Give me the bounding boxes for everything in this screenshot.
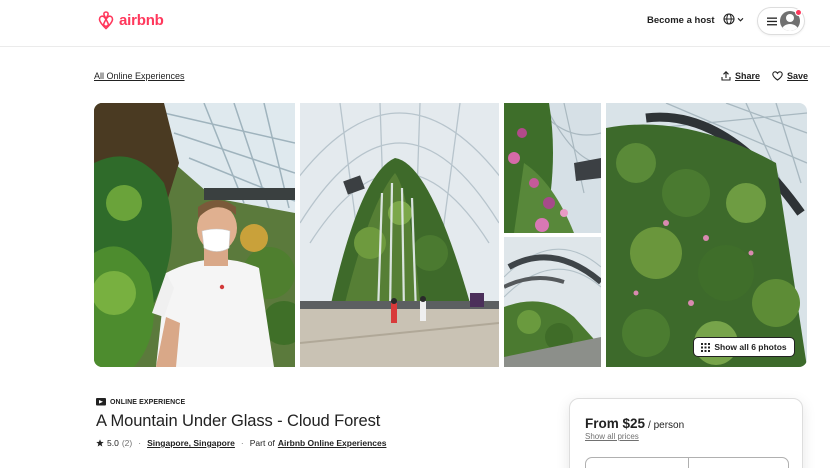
photo-gallery: [94, 103, 807, 367]
rating-value: 5.0: [107, 438, 119, 448]
save-button[interactable]: Save: [772, 71, 808, 81]
airbnb-logo-icon: [98, 11, 114, 30]
show-all-photos-label: Show all 6 photos: [714, 342, 787, 352]
heart-icon: [772, 71, 783, 81]
online-experience-icon: [96, 398, 106, 406]
price-value: From $25: [585, 416, 646, 431]
photo-skywalk[interactable]: [504, 237, 601, 367]
part-of-prefix: Part of: [249, 438, 275, 448]
listing-title: A Mountain Under Glass - Cloud Forest: [96, 412, 381, 430]
chevron-down-icon: [737, 17, 744, 22]
date-guest-selector[interactable]: [585, 457, 789, 468]
photo-waterfall-mountain[interactable]: [300, 103, 499, 367]
booking-card: From $25 / person Show all prices: [569, 398, 803, 468]
airbnb-logo[interactable]: airbnb: [96, 10, 164, 31]
price-line: From $25 / person: [585, 416, 684, 431]
share-button[interactable]: Share: [721, 71, 760, 81]
airbnb-online-experiences-link[interactable]: Airbnb Online Experiences: [278, 438, 387, 448]
logo-text: airbnb: [119, 12, 164, 29]
grid-dots-icon: [701, 342, 711, 352]
experience-badge-label: ONLINE EXPERIENCE: [110, 399, 186, 406]
price-unit: / person: [648, 420, 685, 431]
listing-meta: 5.0 (2) · Singapore, Singapore · Part of…: [96, 438, 386, 448]
separator-dot: ·: [138, 438, 142, 448]
selector-divider: [688, 458, 689, 468]
top-nav: airbnb Become a host: [0, 0, 830, 47]
language-selector[interactable]: [723, 13, 744, 25]
review-count[interactable]: (2): [122, 438, 132, 448]
location-link[interactable]: Singapore, Singapore: [147, 438, 235, 448]
experience-badge: ONLINE EXPERIENCE: [96, 398, 185, 407]
photo-flowers[interactable]: [504, 103, 601, 233]
separator-dot: ·: [240, 438, 244, 448]
hamburger-menu-icon: [767, 17, 777, 25]
photo-guide[interactable]: [94, 103, 295, 367]
globe-icon: [723, 13, 735, 25]
breadcrumb-all-online-experiences[interactable]: All Online Experiences: [94, 71, 185, 81]
notification-dot: [795, 9, 802, 16]
show-all-prices-link[interactable]: Show all prices: [585, 432, 639, 441]
become-a-host-link[interactable]: Become a host: [647, 15, 715, 26]
photo-garden-wall[interactable]: [606, 103, 807, 367]
share-icon: [721, 71, 731, 81]
share-label: Share: [735, 71, 761, 81]
show-all-photos-button[interactable]: Show all 6 photos: [693, 337, 795, 357]
save-label: Save: [787, 71, 809, 81]
star-icon: [96, 439, 104, 447]
